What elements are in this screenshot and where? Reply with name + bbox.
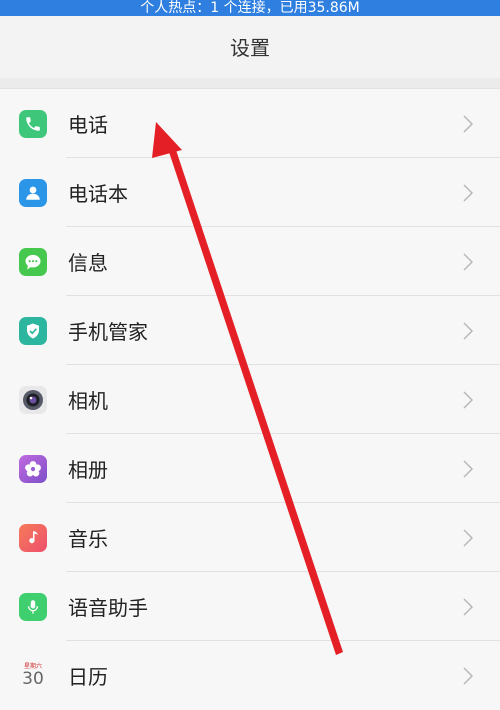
chevron-right-icon <box>463 666 474 685</box>
title-bar: 设置 <box>0 16 500 78</box>
settings-item-calendar[interactable]: 星期六 30 日历 <box>0 641 500 710</box>
shield-icon <box>19 316 47 345</box>
phone-icon <box>19 109 47 138</box>
settings-list: 电话 电话本 信息 手机管家 相机 相册 音乐 语音助手 星期六 30 日历 <box>0 89 500 710</box>
calendar-icon: 星期六 30 <box>19 661 47 690</box>
chevron-right-icon <box>463 183 474 202</box>
status-bar: 个人热点：1 个连接，已用35.86M <box>0 0 500 16</box>
music-icon <box>19 523 47 552</box>
chevron-right-icon <box>463 390 474 409</box>
settings-item-contacts[interactable]: 电话本 <box>0 158 500 227</box>
hotspot-status-text: 个人热点：1 个连接，已用35.86M <box>140 0 360 16</box>
settings-item-label: 相机 <box>68 389 108 413</box>
settings-item-label: 相册 <box>68 458 108 482</box>
camera-icon <box>19 385 47 414</box>
settings-item-label: 电话本 <box>68 182 128 206</box>
chevron-right-icon <box>463 597 474 616</box>
chevron-right-icon <box>463 459 474 478</box>
section-gap <box>0 78 500 89</box>
contacts-icon <box>19 178 47 207</box>
flower-icon <box>19 454 47 483</box>
settings-item-music[interactable]: 音乐 <box>0 503 500 572</box>
settings-item-label: 日历 <box>68 665 108 689</box>
chevron-right-icon <box>463 114 474 133</box>
chevron-right-icon <box>463 528 474 547</box>
settings-item-label: 信息 <box>68 251 108 275</box>
message-icon <box>19 247 47 276</box>
chevron-right-icon <box>463 321 474 340</box>
settings-item-phone[interactable]: 电话 <box>0 89 500 158</box>
microphone-icon <box>19 592 47 621</box>
settings-item-messages[interactable]: 信息 <box>0 227 500 296</box>
settings-item-label: 音乐 <box>68 527 108 551</box>
settings-item-voice-assistant[interactable]: 语音助手 <box>0 572 500 641</box>
settings-item-phone-manager[interactable]: 手机管家 <box>0 296 500 365</box>
settings-item-gallery[interactable]: 相册 <box>0 434 500 503</box>
settings-item-label: 手机管家 <box>68 320 148 344</box>
settings-item-label: 电话 <box>68 113 108 137</box>
settings-item-camera[interactable]: 相机 <box>0 365 500 434</box>
calendar-icon-day: 30 <box>22 669 44 689</box>
chevron-right-icon <box>463 252 474 271</box>
settings-item-label: 语音助手 <box>68 596 148 620</box>
page-title: 设置 <box>230 35 270 60</box>
